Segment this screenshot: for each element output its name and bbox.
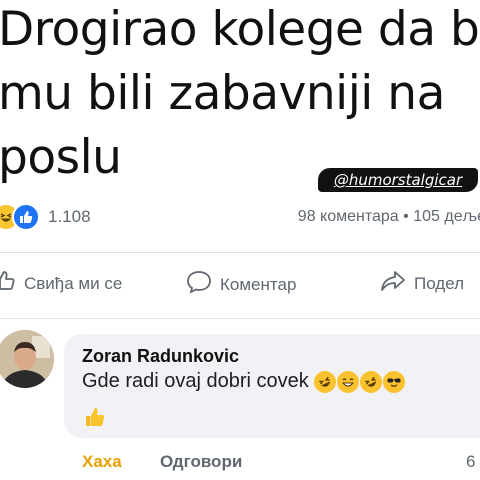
stats-separator: • [403,208,409,225]
divider [0,252,480,253]
post-stats[interactable]: 98 коментара • 105 деље [298,208,480,226]
post-text-line-1: Drogirao kolege da bi [0,2,480,57]
divider [0,318,480,319]
post-text: Drogirao kolege da bi mu bili zabavniji … [0,0,480,190]
share-button[interactable]: Подел [380,270,464,297]
comment-timestamp[interactable]: 6 [466,452,475,472]
avatar[interactable] [0,330,54,388]
share-count[interactable]: 105 деље [413,208,480,225]
emoji-group [313,370,405,393]
thumbs-up-icon [0,270,16,297]
comment-button-label: Коментар [220,274,297,294]
share-button-label: Подел [414,273,465,293]
like-button-label: Свиђа ми се [24,273,123,293]
comment-count[interactable]: 98 коментара [298,208,399,225]
reaction-count: 1.108 [48,207,91,226]
sunglasses-emoji-icon [382,370,405,393]
like-button[interactable]: Свиђа ми се [0,270,122,297]
watermark: @humorstalgicar [318,168,478,192]
thumbs-up-emoji-icon [84,406,106,433]
rofl-emoji-icon [313,370,336,393]
post-actions: Свиђа ми се Коментар Подел [0,270,480,306]
comment-button[interactable]: Коментар [186,270,296,299]
reaction-summary[interactable]: 1.108 [0,203,91,231]
comment-haha-reaction[interactable]: Хаха [82,452,122,472]
post-text-line-2: mu bili zabavniji na [0,66,445,121]
like-reaction-icon [12,203,40,231]
comment-author[interactable]: Zoran Radunkovic [82,346,239,367]
rofl-emoji-icon [359,370,382,393]
comment-text: Gde radi ovaj dobri covek [82,370,309,392]
reply-button[interactable]: Одговори [160,452,242,472]
share-arrow-icon [380,270,406,297]
comment-text-row: Gde radi ovaj dobri covek [82,370,405,393]
speech-bubble-icon [186,270,212,299]
grinning-emoji-icon [336,370,359,393]
